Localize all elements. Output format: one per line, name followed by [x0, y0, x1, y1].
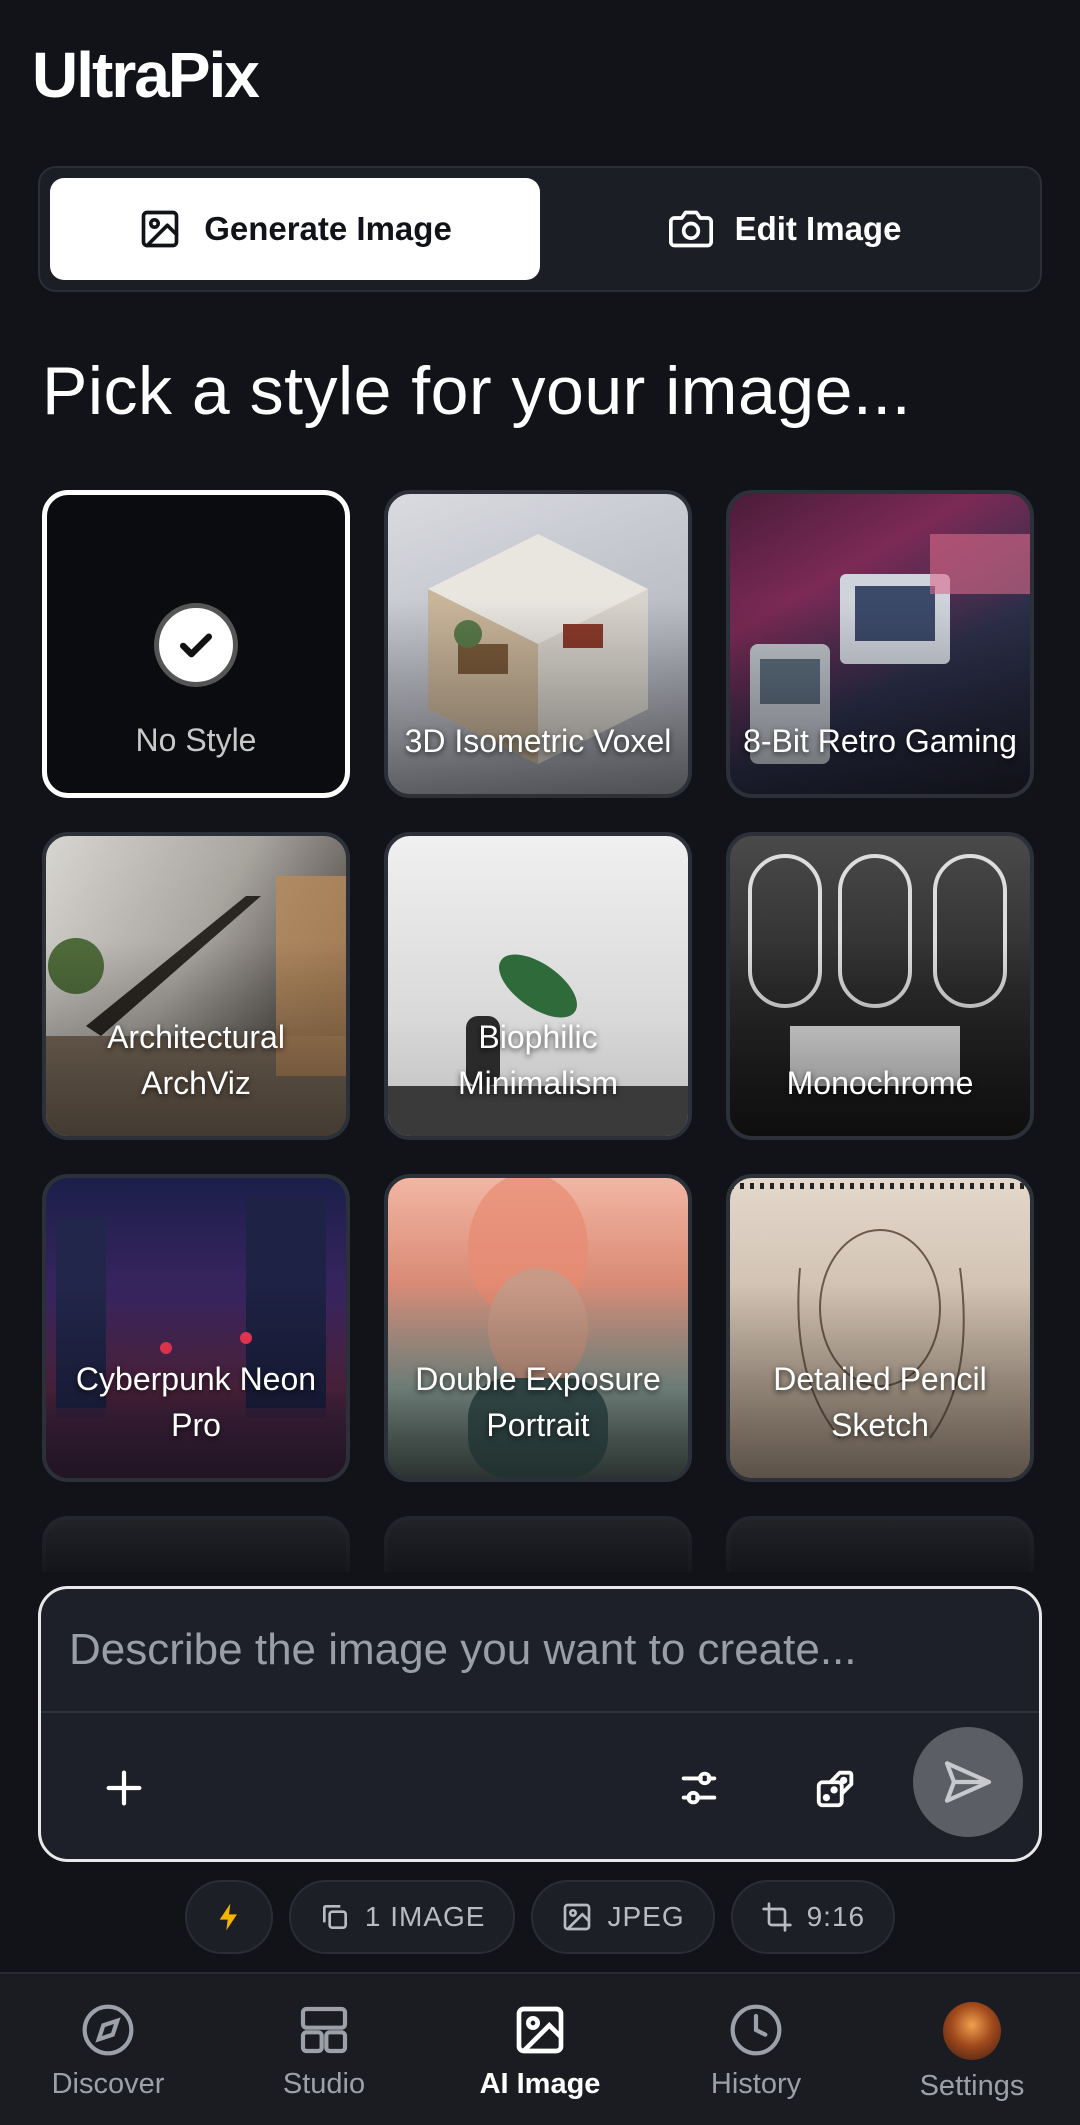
- aspect-ratio-chip[interactable]: 9:16: [730, 1880, 896, 1954]
- randomize-button[interactable]: [801, 1753, 871, 1823]
- tab-label: History: [710, 2068, 802, 2100]
- style-label: 8-Bit Retro Gaming: [743, 723, 1017, 759]
- tab-label: AI Image: [479, 2068, 601, 2100]
- format-label: JPEG: [607, 1901, 685, 1932]
- image-icon: [516, 2006, 564, 2054]
- image-count-label: 1 IMAGE: [364, 1901, 486, 1932]
- edit-image-tab[interactable]: Edit Image: [540, 178, 1030, 280]
- bottom-tab-bar: Discover Studio AI Image History Setting…: [0, 1972, 1080, 2125]
- style-label: Double Exposure Portrait: [415, 1361, 661, 1443]
- style-tile-8-bit-retro-gaming[interactable]: 8-Bit Retro Gaming: [726, 490, 1034, 798]
- style-label: 3D Isometric Voxel: [404, 723, 672, 759]
- tab-label: Settings: [919, 2070, 1025, 2102]
- style-label: Cyberpunk Neon Pro: [75, 1361, 317, 1443]
- grid-icon: [300, 2006, 348, 2054]
- page-heading: Pick a style for your image...: [42, 353, 912, 429]
- style-tile-no-style[interactable]: No Style: [42, 490, 350, 798]
- tab-history[interactable]: History: [648, 1974, 864, 2125]
- add-attachment-button[interactable]: [89, 1753, 159, 1823]
- prompt-composer: [38, 1586, 1042, 1862]
- crop-icon: [761, 1902, 792, 1932]
- style-grid: No Style 3D Isometric Voxel 8-Bit Retro …: [42, 490, 1034, 1482]
- app-logo: UltraPix: [32, 39, 260, 111]
- scroll-fade: [0, 1500, 1080, 1586]
- style-label: Monochrome: [786, 1065, 974, 1101]
- settings-sliders-button[interactable]: [664, 1753, 734, 1823]
- tab-studio[interactable]: Studio: [216, 1974, 432, 2125]
- style-tile-architectural-archviz[interactable]: Architectural ArchViz: [42, 832, 350, 1140]
- compass-icon: [82, 2004, 134, 2056]
- style-tile-double-exposure-portrait[interactable]: Double Exposure Portrait: [384, 1174, 692, 1482]
- image-icon: [141, 210, 179, 248]
- edit-image-label: Edit Image: [734, 210, 902, 247]
- tab-discover[interactable]: Discover: [0, 1974, 216, 2125]
- mode-switch: Generate Image Edit Image: [38, 166, 1042, 292]
- style-tile-monochrome[interactable]: Monochrome: [726, 832, 1034, 1140]
- sliders-icon: [681, 1771, 717, 1805]
- speed-chip[interactable]: [184, 1880, 273, 1954]
- camera-icon: [668, 210, 713, 248]
- style-tile-detailed-pencil-sketch[interactable]: Detailed Pencil Sketch: [726, 1174, 1034, 1482]
- avatar: [943, 2002, 1001, 2060]
- style-label: Biophilic Minimalism: [458, 1019, 618, 1101]
- style-tile-cyberpunk-neon-pro[interactable]: Cyberpunk Neon Pro: [42, 1174, 350, 1482]
- clock-icon: [730, 2004, 782, 2056]
- tab-label: Discover: [51, 2068, 165, 2100]
- image-icon: [564, 1903, 591, 1931]
- style-tile-3d-isometric-voxel[interactable]: 3D Isometric Voxel: [384, 490, 692, 798]
- lightning-icon: [219, 1903, 237, 1931]
- style-label: No Style: [135, 722, 257, 758]
- copy-icon: [322, 1905, 347, 1929]
- tab-settings[interactable]: Settings: [864, 1974, 1080, 2125]
- generate-image-tab[interactable]: Generate Image: [50, 178, 540, 280]
- checkmark-icon: [154, 603, 238, 687]
- dice-icon: [816, 1770, 854, 1808]
- prompt-input[interactable]: [69, 1625, 1011, 1675]
- format-chip[interactable]: JPEG: [531, 1880, 715, 1954]
- plus-icon: [106, 1770, 142, 1806]
- tab-ai-image[interactable]: AI Image: [432, 1974, 648, 2125]
- send-icon: [944, 1761, 992, 1803]
- image-count-chip[interactable]: 1 IMAGE: [288, 1880, 516, 1954]
- generate-image-label: Generate Image: [204, 210, 452, 247]
- tab-label: Studio: [282, 2068, 366, 2100]
- aspect-ratio-label: 9:16: [806, 1901, 866, 1932]
- style-label: Detailed Pencil Sketch: [773, 1361, 987, 1443]
- style-tile-biophilic-minimalism[interactable]: Biophilic Minimalism: [384, 832, 692, 1140]
- generation-options: 1 IMAGE JPEG 9:16: [0, 1880, 1080, 1954]
- send-button[interactable]: [913, 1727, 1023, 1837]
- style-label: Architectural ArchViz: [107, 1019, 285, 1101]
